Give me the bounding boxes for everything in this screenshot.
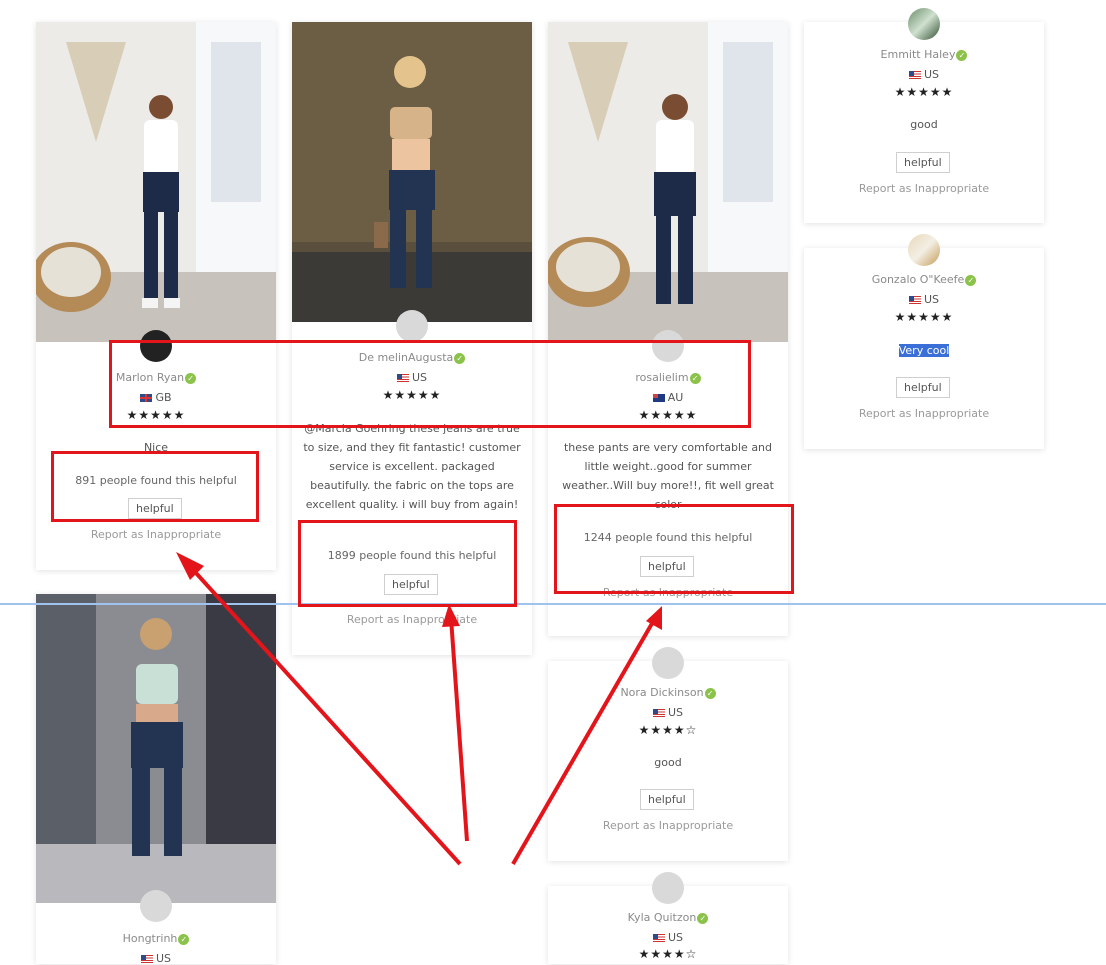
helpful-button[interactable]: helpful <box>896 377 950 398</box>
user-avatar-icon <box>908 8 940 40</box>
report-link[interactable]: Report as Inappropriate <box>804 182 1044 195</box>
review-text: @Marcia Goehring these jeans are true to… <box>303 422 521 511</box>
review-text: these pants are very comfortable and lit… <box>562 441 774 508</box>
us-flag-icon <box>140 955 153 963</box>
review-photo[interactable] <box>36 594 276 903</box>
helpful-button[interactable]: helpful <box>896 152 950 173</box>
reviewer-name: Emmitt Haley ✓ <box>804 48 1044 61</box>
reviewer-country: US <box>548 931 788 944</box>
verified-check-icon: ✓ <box>178 933 190 945</box>
us-flag-icon <box>652 934 665 942</box>
review-card-emmitt: Emmitt Haley ✓ US ★★★★★ good helpful Repo… <box>804 8 1044 223</box>
user-avatar-icon <box>652 872 684 904</box>
user-avatar-icon <box>396 310 428 342</box>
review-card-kyla: Kyla Quitzon ✓ US ★★★★☆ <box>548 872 788 964</box>
annotation-box-reviewer-info <box>109 340 751 428</box>
review-photo[interactable] <box>36 22 276 342</box>
selected-text: Very cool <box>898 344 950 357</box>
reviewer-name: Nora Dickinson ✓ <box>548 686 788 699</box>
rating-stars: ★★★★★ <box>894 85 954 99</box>
horizontal-divider <box>0 603 1106 605</box>
helpful-button[interactable]: helpful <box>640 789 694 810</box>
reviewer-country: US <box>804 293 1044 306</box>
reviewer-name: Hongtrinh ✓ <box>36 932 276 945</box>
annotation-box-helpful-891 <box>51 451 259 522</box>
verified-check-icon: ✓ <box>956 49 968 61</box>
reviewer-name: Kyla Quitzon ✓ <box>548 911 788 924</box>
report-link[interactable]: Report as Inappropriate <box>36 528 276 541</box>
report-link[interactable]: Report as Inappropriate <box>804 407 1044 420</box>
review-card-hongtrinh: Hongtrinh ✓ US <box>36 594 276 965</box>
rating-stars: ★★★★☆ <box>638 723 698 737</box>
annotation-box-helpful-1899 <box>298 520 517 607</box>
review-card-gonzalo: Gonzalo O"Keefe ✓ US ★★★★★ Very cool help… <box>804 234 1044 449</box>
reviewer-country: US <box>36 952 276 965</box>
report-link[interactable]: Report as Inappropriate <box>548 819 788 832</box>
review-photo[interactable] <box>292 22 532 322</box>
review-text: good <box>910 118 938 131</box>
us-flag-icon <box>908 71 921 79</box>
us-flag-icon <box>908 296 921 304</box>
us-flag-icon <box>652 709 665 717</box>
user-avatar-icon <box>908 234 940 266</box>
report-link[interactable]: Report as Inappropriate <box>292 613 532 626</box>
review-card-nora: Nora Dickinson ✓ US ★★★★☆ good helpful Re… <box>548 647 788 861</box>
review-text: Very cool <box>814 341 1034 360</box>
review-photo[interactable] <box>548 22 788 342</box>
reviewer-country: US <box>804 68 1044 81</box>
verified-check-icon: ✓ <box>704 687 716 699</box>
reviewer-name: Gonzalo O"Keefe ✓ <box>804 273 1044 286</box>
rating-stars: ★★★★☆ <box>638 947 698 961</box>
verified-check-icon: ✓ <box>697 912 709 924</box>
verified-check-icon: ✓ <box>965 274 977 286</box>
rating-stars: ★★★★★ <box>894 310 954 324</box>
reviewer-country: US <box>548 706 788 719</box>
user-avatar-icon <box>140 890 172 922</box>
annotation-box-helpful-1244 <box>554 504 794 594</box>
review-text: good <box>654 756 682 769</box>
user-avatar-icon <box>652 647 684 679</box>
